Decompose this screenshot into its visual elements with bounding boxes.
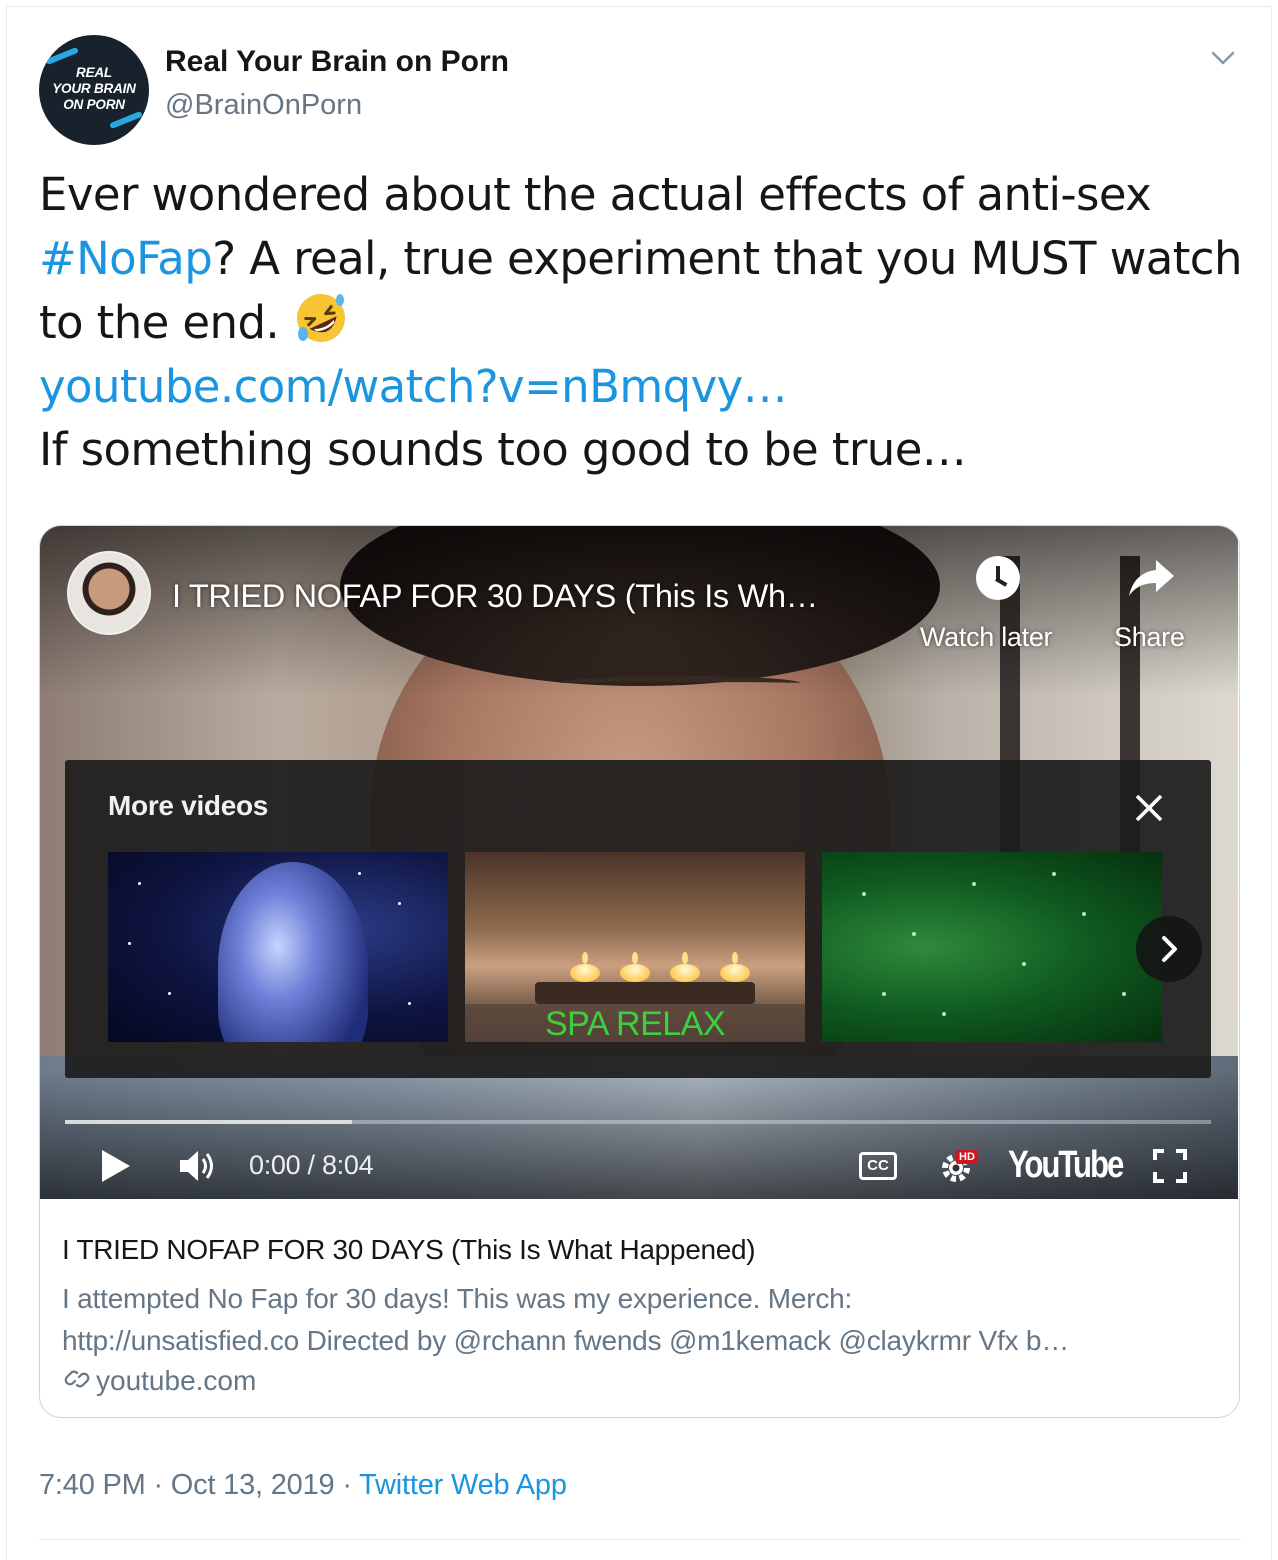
channel-avatar[interactable]: [67, 551, 151, 635]
separator: ·: [342, 1469, 352, 1501]
tweet-text-span: ? A real, true experiment that you MUST …: [212, 231, 1242, 285]
sparkle: [1052, 872, 1056, 876]
card-title[interactable]: I TRIED NOFAP FOR 30 DAYS (This Is What …: [62, 1234, 756, 1266]
share-arrow-icon[interactable]: [1126, 556, 1176, 600]
youtube-logo[interactable]: YouTube: [1008, 1144, 1124, 1187]
candle: [720, 964, 750, 982]
video-card[interactable]: I TRIED NOFAP FOR 30 DAYS (This Is Wh… W…: [39, 525, 1240, 1418]
tweet-source-link[interactable]: Twitter Web App: [359, 1469, 567, 1501]
suggested-video-thumbnail[interactable]: SPA RELAX: [465, 852, 805, 1042]
next-videos-button[interactable]: [1136, 916, 1202, 982]
tweet-timestamp: 7:40 PM · Oct 13, 2019 · Twitter Web App: [39, 1469, 567, 1502]
sparkle: [912, 932, 916, 936]
tweet-text-span: to the end.: [39, 296, 280, 349]
hashtag-link[interactable]: #NoFap: [39, 232, 213, 285]
chevron-right-icon: [1162, 936, 1177, 962]
tweet: REAL YOUR BRAIN ON PORN Real Your Brain …: [6, 6, 1272, 1560]
video-title-overlay[interactable]: I TRIED NOFAP FOR 30 DAYS (This Is Wh…: [172, 578, 818, 615]
card-domain-text: youtube.com: [96, 1365, 257, 1396]
hd-badge: HD: [956, 1150, 978, 1164]
sparkle: [1022, 962, 1026, 966]
sparkle: [942, 1012, 946, 1016]
candle: [570, 964, 600, 982]
fullscreen-icon[interactable]: [1152, 1148, 1188, 1184]
star: [168, 992, 171, 995]
tweet-date[interactable]: Oct 13, 2019: [171, 1469, 335, 1501]
clock-icon[interactable]: [976, 556, 1020, 600]
author-avatar[interactable]: REAL YOUR BRAIN ON PORN: [39, 35, 149, 145]
spa-relax-caption: SPA RELAX: [465, 1004, 805, 1042]
progress-bar[interactable]: [65, 1120, 1211, 1124]
avatar-logo-line: ON PORN: [63, 97, 125, 112]
star: [138, 882, 141, 885]
progress-loaded: [65, 1120, 352, 1124]
tweet-time[interactable]: 7:40 PM: [39, 1469, 146, 1501]
sparkle: [1082, 912, 1086, 916]
close-icon[interactable]: [1131, 790, 1167, 826]
card-domain[interactable]: youtube.com: [62, 1364, 256, 1397]
tweet-text: Ever wondered about the actual effects o…: [39, 163, 1249, 482]
rolling-on-floor-laughing-emoji-icon: [293, 290, 349, 346]
chevron-down-icon[interactable]: [1207, 43, 1239, 75]
star: [398, 902, 401, 905]
star: [408, 1002, 411, 1005]
avatar-swoosh: [45, 46, 79, 66]
avatar-logo-line: REAL: [76, 65, 112, 80]
card-description-line: I attempted No Fap for 30 days! This was…: [62, 1283, 853, 1314]
flame: [582, 952, 588, 964]
author-display-name[interactable]: Real Your Brain on Porn: [165, 45, 509, 79]
author-handle[interactable]: @BrainOnPorn: [165, 89, 362, 122]
divider: [39, 1539, 1241, 1540]
watch-later-button[interactable]: Watch later: [920, 622, 1053, 653]
tweet-line: Ever wondered about the actual effects o…: [39, 168, 1152, 221]
volume-icon[interactable]: [178, 1148, 220, 1184]
tweet-line: If something sounds too good to be true…: [39, 423, 967, 476]
sparkle: [862, 892, 866, 896]
flame: [682, 952, 688, 964]
link-icon: [64, 1370, 90, 1388]
candle-tray: [535, 982, 755, 1004]
share-button[interactable]: Share: [1114, 622, 1185, 653]
url-link[interactable]: youtube.com/watch?v=nBmqvy…: [39, 355, 1249, 419]
glowing-head-image: [218, 862, 368, 1042]
candle: [670, 964, 700, 982]
card-description-line: http://unsatisfied.co Directed by @rchan…: [62, 1325, 1070, 1356]
tweet-line: to the end.: [39, 290, 1249, 355]
star: [128, 942, 131, 945]
avatar-swoosh: [109, 110, 143, 130]
captions-button[interactable]: CC: [859, 1152, 897, 1180]
avatar-logo-line: YOUR BRAIN: [52, 81, 136, 96]
suggested-video-thumbnail[interactable]: [822, 852, 1162, 1042]
play-icon[interactable]: [100, 1148, 132, 1184]
card-description: I attempted No Fap for 30 days! This was…: [62, 1278, 1222, 1362]
sparkle: [972, 882, 976, 886]
tweet-line: #NoFap? A real, true experiment that you…: [39, 227, 1249, 291]
candle: [620, 964, 650, 982]
more-videos-panel: More videos SPA RELAX: [65, 760, 1211, 1078]
more-videos-title: More videos: [108, 790, 269, 821]
avatar-logo-text: REAL YOUR BRAIN ON PORN: [39, 65, 149, 113]
flame: [632, 952, 638, 964]
video-player[interactable]: I TRIED NOFAP FOR 30 DAYS (This Is Wh… W…: [40, 526, 1238, 1199]
sparkle: [882, 992, 886, 996]
flame: [732, 952, 738, 964]
sparkle: [1122, 992, 1126, 996]
time-display: 0:00 / 8:04: [249, 1150, 374, 1180]
separator: ·: [153, 1469, 163, 1501]
suggested-video-thumbnail[interactable]: [108, 852, 448, 1042]
star: [358, 872, 361, 875]
